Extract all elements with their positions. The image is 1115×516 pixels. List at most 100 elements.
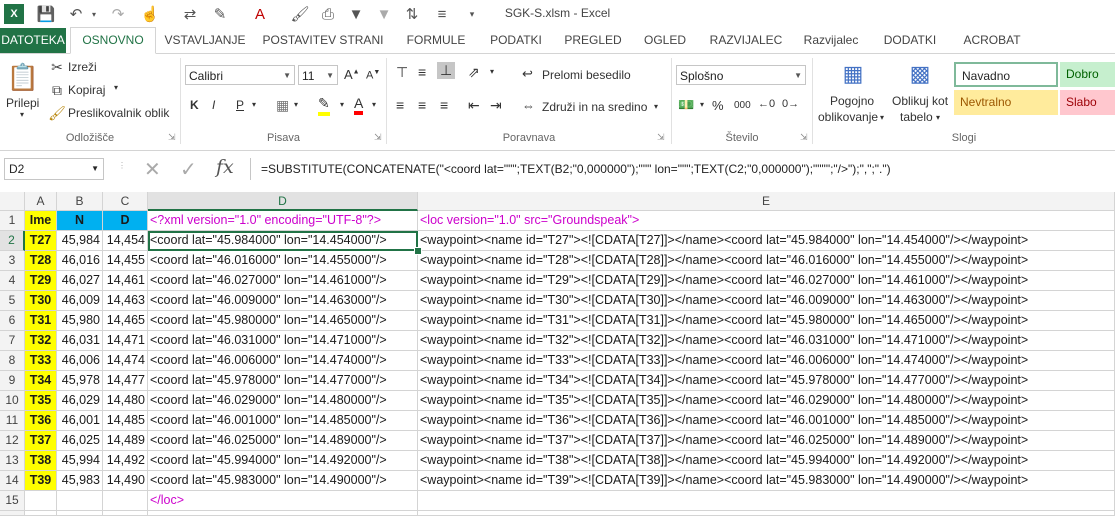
style-good[interactable]: Dobro <box>1060 62 1115 87</box>
align-bottom-icon[interactable]: ⊥ <box>437 62 456 79</box>
font-size-select[interactable]: 11 ▼ <box>298 65 338 85</box>
clipboard-launcher-icon[interactable]: ⇲ <box>168 132 176 143</box>
row-header[interactable]: 4 <box>0 271 25 291</box>
style-normal[interactable]: Navadno <box>954 62 1058 87</box>
cell-c14[interactable]: 14,490 <box>103 471 148 491</box>
cell-e2[interactable]: <waypoint><name id="T27"><![CDATA[T27]]>… <box>418 231 1115 251</box>
number-format-select[interactable]: Splošno ▼ <box>676 65 806 85</box>
cell-b9[interactable]: 45,978 <box>57 371 103 391</box>
conditional-formatting-button[interactable]: Pogojno <box>830 94 874 108</box>
align-center-icon[interactable]: ≡ <box>418 97 426 113</box>
format-painter-button[interactable]: Preslikovalnik oblik <box>68 106 169 120</box>
cell-b14[interactable]: 45,983 <box>57 471 103 491</box>
tab-razvijalec[interactable]: RAZVIJALEC <box>700 28 792 53</box>
cell-c15[interactable] <box>103 491 148 511</box>
cell-c6[interactable]: 14,465 <box>103 311 148 331</box>
number-launcher-icon[interactable]: ⇲ <box>800 132 808 143</box>
cell-a6[interactable]: T31 <box>25 311 57 331</box>
cell-a16[interactable] <box>25 511 57 516</box>
cell-b12[interactable]: 46,025 <box>57 431 103 451</box>
cell-d4[interactable]: <coord lat="46.027000" lon="14.461000"/> <box>148 271 418 291</box>
bold-button[interactable]: K <box>190 98 199 112</box>
cell-c10[interactable]: 14,480 <box>103 391 148 411</box>
cell-b3[interactable]: 46,016 <box>57 251 103 271</box>
style-neutral[interactable]: Nevtralno <box>954 90 1058 115</box>
tab-podatki[interactable]: PODATKI <box>480 28 552 53</box>
cell-c8[interactable]: 14,474 <box>103 351 148 371</box>
cell-c9[interactable]: 14,477 <box>103 371 148 391</box>
conditional-formatting-label2[interactable]: oblikovanje <box>818 110 878 124</box>
row-header[interactable]: 3 <box>0 251 25 271</box>
column-header-b[interactable]: B <box>57 192 103 211</box>
increase-decimal-icon[interactable]: ←0 <box>758 98 775 110</box>
cell-a10[interactable]: T35 <box>25 391 57 411</box>
cell-b4[interactable]: 46,027 <box>57 271 103 291</box>
cell-a8[interactable]: T33 <box>25 351 57 371</box>
merge-dropdown-icon[interactable]: ▾ <box>654 102 658 111</box>
tab-acrobat[interactable]: ACROBAT <box>956 28 1028 53</box>
cell-e5[interactable]: <waypoint><name id="T30"><![CDATA[T30]]>… <box>418 291 1115 311</box>
cell-a15[interactable] <box>25 491 57 511</box>
style-bad[interactable]: Slabo <box>1060 90 1115 115</box>
column-header-e[interactable]: E <box>418 192 1115 211</box>
borders-dropdown-icon[interactable]: ▾ <box>294 100 298 109</box>
cell-a7[interactable]: T32 <box>25 331 57 351</box>
tab-postavitev-strani[interactable]: POSTAVITEV STRANI <box>256 28 390 53</box>
cell-d7[interactable]: <coord lat="46.031000" lon="14.471000"/> <box>148 331 418 351</box>
row-header[interactable]: 1 <box>0 211 25 231</box>
row-header[interactable]: 7 <box>0 331 25 351</box>
orientation-icon[interactable]: ⇗ <box>468 64 480 81</box>
paste-icon[interactable]: 📋 <box>6 60 40 94</box>
cell-e7[interactable]: <waypoint><name id="T32"><![CDATA[T32]]>… <box>418 331 1115 351</box>
column-header-d[interactable]: D <box>148 192 418 211</box>
cell-b6[interactable]: 45,980 <box>57 311 103 331</box>
italic-button[interactable]: I <box>212 98 215 112</box>
cell-b5[interactable]: 46,009 <box>57 291 103 311</box>
tab-vstavljanje[interactable]: VSTAVLJANJE <box>160 28 250 53</box>
format-as-table-label2[interactable]: tabelo <box>900 110 933 124</box>
column-header-c[interactable]: C <box>103 192 148 211</box>
cell-a9[interactable]: T34 <box>25 371 57 391</box>
cancel-icon[interactable]: ✕ <box>144 157 161 182</box>
paste-dropdown-icon[interactable]: ▾ <box>20 110 24 119</box>
tab-ogled[interactable]: OGLED <box>634 28 696 53</box>
name-box[interactable]: D2 ▼ <box>4 158 104 180</box>
cell-a13[interactable]: T38 <box>25 451 57 471</box>
cell-b7[interactable]: 46,031 <box>57 331 103 351</box>
row-header[interactable]: 9 <box>0 371 25 391</box>
cell-e3[interactable]: <waypoint><name id="T28"><![CDATA[T28]]>… <box>418 251 1115 271</box>
decrease-indent-icon[interactable]: ⇤ <box>468 97 480 114</box>
cell-a11[interactable]: T36 <box>25 411 57 431</box>
copy-dropdown-icon[interactable]: ▾ <box>114 83 118 92</box>
cell-a4[interactable]: T29 <box>25 271 57 291</box>
fill-color-icon[interactable]: ✎ <box>318 95 330 116</box>
cell-e6[interactable]: <waypoint><name id="T31"><![CDATA[T31]]>… <box>418 311 1115 331</box>
font-launcher-icon[interactable]: ⇲ <box>374 132 382 143</box>
cell-c1[interactable]: D <box>103 211 148 231</box>
tab-osnovno[interactable]: OSNOVNO <box>70 27 156 54</box>
enter-icon[interactable]: ✓ <box>180 157 197 182</box>
tab-pregled[interactable]: PREGLED <box>556 28 630 53</box>
cell-b1[interactable]: N <box>57 211 103 231</box>
row-header[interactable]: 5 <box>0 291 25 311</box>
cell-e11[interactable]: <waypoint><name id="T36"><![CDATA[T36]]>… <box>418 411 1115 431</box>
cell-c12[interactable]: 14,489 <box>103 431 148 451</box>
cell-d9[interactable]: <coord lat="45.978000" lon="14.477000"/> <box>148 371 418 391</box>
percent-button[interactable]: % <box>712 98 724 113</box>
row-header[interactable]: 11 <box>0 411 25 431</box>
cell-a1[interactable]: Ime <box>25 211 57 231</box>
underline-button[interactable]: P <box>236 98 244 112</box>
cell-e13[interactable]: <waypoint><name id="T38"><![CDATA[T38]]>… <box>418 451 1115 471</box>
cell-c7[interactable]: 14,471 <box>103 331 148 351</box>
cell-d1[interactable]: <?xml version="1.0" encoding="UTF-8"?> <box>148 211 418 231</box>
row-header[interactable]: 2 <box>0 231 25 251</box>
cell-e12[interactable]: <waypoint><name id="T37"><![CDATA[T37]]>… <box>418 431 1115 451</box>
cell-b2[interactable]: 45,984 <box>57 231 103 251</box>
cell-d10[interactable]: <coord lat="46.029000" lon="14.480000"/> <box>148 391 418 411</box>
cell-c4[interactable]: 14,461 <box>103 271 148 291</box>
orientation-dropdown-icon[interactable]: ▾ <box>490 67 494 76</box>
row-header[interactable]: 6 <box>0 311 25 331</box>
font-color-icon[interactable]: A <box>354 95 364 115</box>
tab-formule[interactable]: FORMULE <box>396 28 476 53</box>
tab-razvijalec-2[interactable]: Razvijalec <box>796 28 866 53</box>
